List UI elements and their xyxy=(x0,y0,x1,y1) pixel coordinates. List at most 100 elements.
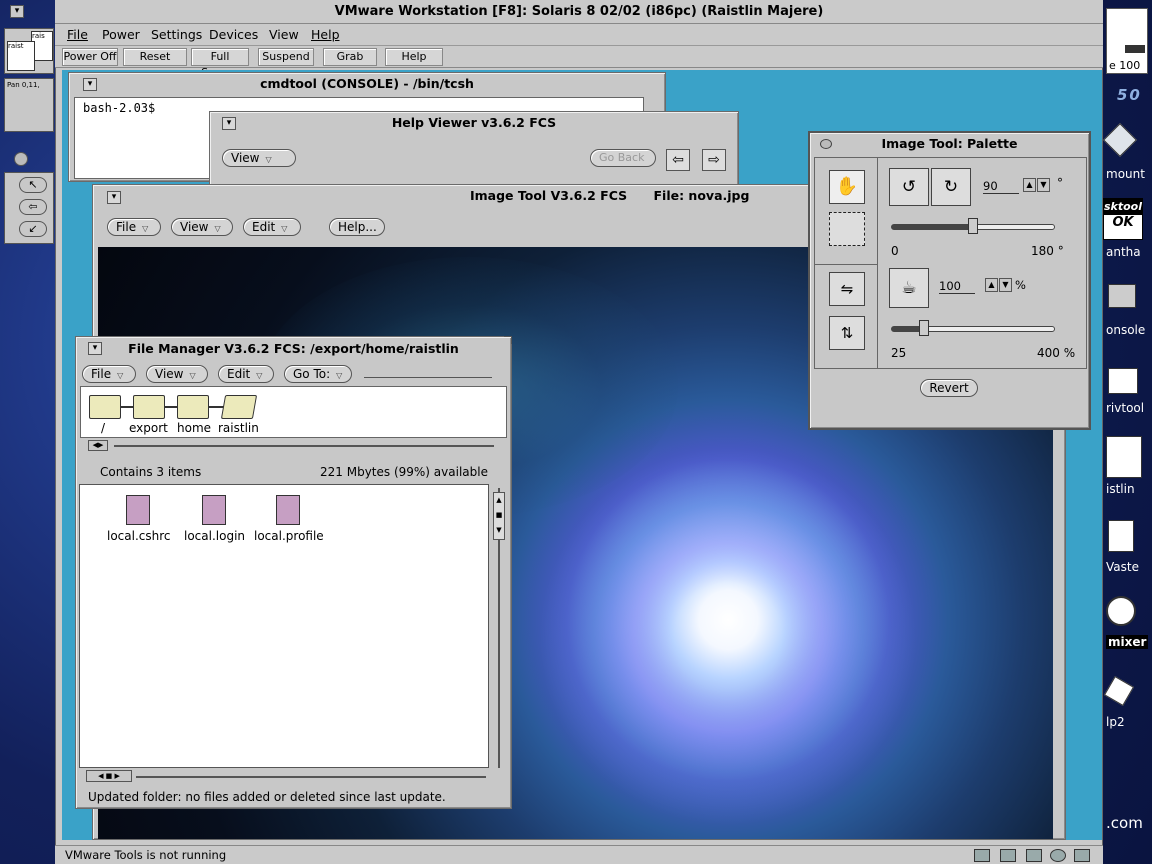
select-region-icon[interactable] xyxy=(829,212,865,246)
help-view-menu[interactable]: View ▽ xyxy=(222,149,296,167)
image-tool-window-menu[interactable]: ▾ xyxy=(107,191,121,204)
folder-icon[interactable] xyxy=(133,395,165,419)
printer-icon[interactable] xyxy=(1106,436,1142,478)
go-back-button[interactable]: Go Back xyxy=(590,149,656,167)
pager-cell[interactable]: raist xyxy=(7,41,35,71)
fm-view-menu[interactable]: View ▽ xyxy=(146,365,208,383)
image-view-menu[interactable]: View ▽ xyxy=(171,218,233,236)
rotate-stepper-down[interactable]: ▼ xyxy=(1037,178,1050,192)
tasktool-badge[interactable]: sktool OK xyxy=(1103,198,1143,240)
arrow-left-icon[interactable]: ⇦ xyxy=(19,199,47,215)
panel-label-console: onsole xyxy=(1106,323,1146,337)
arrow-up-left-icon[interactable]: ↖ xyxy=(19,177,47,193)
file-icon[interactable] xyxy=(276,495,300,525)
vmware-title: VMware Workstation [F8]: Solaris 8 02/02… xyxy=(55,0,1103,24)
file-icon[interactable] xyxy=(126,495,150,525)
image-help-button[interactable]: Help... xyxy=(329,218,385,236)
flip-vertical-icon[interactable]: ⇅ xyxy=(829,316,865,350)
pin-icon[interactable] xyxy=(14,152,28,166)
scroll-left-arrow[interactable]: ◀▶ xyxy=(88,440,108,451)
zoom-stepper-down[interactable]: ▼ xyxy=(999,278,1012,292)
file-pane[interactable]: local.cshrc local.login local.profile xyxy=(79,484,489,768)
help-button[interactable]: Help xyxy=(385,48,443,66)
file-manager-window: File Manager V3.6.2 FCS: /export/home/ra… xyxy=(75,336,512,809)
path-label-root[interactable]: / xyxy=(101,421,105,435)
menu-power[interactable]: Power xyxy=(102,27,140,42)
file-label[interactable]: local.cshrc xyxy=(107,529,171,543)
rotate-value-field[interactable]: 90 xyxy=(983,178,1019,194)
folder-icon[interactable] xyxy=(177,395,209,419)
menu-help[interactable]: Help xyxy=(311,27,340,42)
back-arrow-icon[interactable]: ⇦ xyxy=(666,149,690,171)
image-edit-menu[interactable]: Edit ▽ xyxy=(243,218,301,236)
folder-icon[interactable] xyxy=(89,395,121,419)
cmdtool-window-menu[interactable]: ▾ xyxy=(83,78,97,91)
zoom-max-label: 400 % xyxy=(1037,346,1076,360)
vmware-menubar: File Power Settings Devices View Help xyxy=(55,24,1103,46)
menu-devices[interactable]: Devices xyxy=(209,27,258,42)
zoom-value-field[interactable]: 100 xyxy=(939,278,975,294)
file-label[interactable]: local.profile xyxy=(254,529,324,543)
menu-view[interactable]: View xyxy=(269,27,299,42)
pan-hand-icon[interactable]: ✋ xyxy=(829,170,865,204)
image-tool-title: Image Tool V3.6.2 FCS xyxy=(470,188,628,203)
rotate-unit: ° xyxy=(1057,176,1063,190)
palette-divider xyxy=(877,158,878,368)
pan-widget[interactable]: Pan 0,11, xyxy=(4,78,54,132)
path-scrollbar[interactable]: ◀▶ xyxy=(80,440,507,452)
cd-mixer-icon[interactable] xyxy=(1106,596,1136,626)
zoom-teapot-icon[interactable]: ☕ xyxy=(889,268,929,308)
scroll-thumb[interactable]: ▲ ■ ▼ xyxy=(493,492,505,540)
menu-file[interactable]: File xyxy=(67,27,88,42)
image-edit-menu-label: Edit xyxy=(252,220,276,234)
rotate-slider-fill xyxy=(892,225,973,229)
fm-goto-menu[interactable]: Go To: ▽ xyxy=(284,365,352,383)
zoom-slider-thumb[interactable] xyxy=(918,320,929,336)
full-screen-button[interactable]: Full Screen xyxy=(191,48,249,79)
pin-icon[interactable] xyxy=(820,139,832,149)
load-meter: e 100 xyxy=(1106,8,1148,74)
file-label[interactable]: local.login xyxy=(184,529,245,543)
scroll-track xyxy=(114,445,494,447)
menu-settings[interactable]: Settings xyxy=(151,27,202,42)
console-icon[interactable] xyxy=(1108,284,1136,308)
pan-label: Pan 0,11, xyxy=(7,81,40,89)
reset-button[interactable]: Reset xyxy=(123,48,187,66)
zoom-slider-track[interactable] xyxy=(891,326,1055,332)
path-label-raistlin[interactable]: raistlin xyxy=(218,421,259,435)
panel-label-istlin: istlin xyxy=(1106,482,1135,496)
goto-path-field[interactable] xyxy=(364,377,492,378)
file-manager-window-menu[interactable]: ▾ xyxy=(88,342,102,355)
rotate-left-icon[interactable]: ↺ xyxy=(889,168,929,206)
resize-corner[interactable] xyxy=(504,336,512,344)
fm-edit-menu[interactable]: Edit ▽ xyxy=(218,365,274,383)
zoom-stepper-up[interactable]: ▲ xyxy=(985,278,998,292)
forward-arrow-icon[interactable]: ⇨ xyxy=(702,149,726,171)
trash-icon[interactable] xyxy=(1108,520,1134,552)
grab-button[interactable]: Grab xyxy=(323,48,377,66)
power-off-button[interactable]: Power Off xyxy=(62,48,118,66)
mail-icon[interactable] xyxy=(1108,368,1138,394)
arrow-down-left-icon[interactable]: ↙ xyxy=(19,221,47,237)
pager-widget[interactable]: rais raist xyxy=(4,28,54,74)
path-label-export[interactable]: export xyxy=(129,421,168,435)
rotate-slider-thumb[interactable] xyxy=(968,218,978,234)
image-file-menu[interactable]: File ▽ xyxy=(107,218,161,236)
rotate-stepper-up[interactable]: ▲ xyxy=(1023,178,1036,192)
flip-horizontal-icon[interactable]: ⇋ xyxy=(829,272,865,306)
file-icon[interactable] xyxy=(202,495,226,525)
cdrom-icon xyxy=(1050,849,1066,862)
file-manager-title: File Manager V3.6.2 FCS: /export/home/ra… xyxy=(128,341,459,356)
suspend-button[interactable]: Suspend xyxy=(258,48,314,66)
left-window-menu-button[interactable]: ▾ xyxy=(10,5,24,18)
open-folder-icon[interactable] xyxy=(220,395,258,419)
fm-file-menu[interactable]: File ▽ xyxy=(82,365,136,383)
help-viewer-window-menu[interactable]: ▾ xyxy=(222,117,236,130)
vertical-scrollbar[interactable]: ▲ ■ ▼ xyxy=(492,484,506,770)
fm-goto-label: Go To: xyxy=(293,367,331,381)
rotate-right-icon[interactable]: ↻ xyxy=(931,168,971,206)
hscroll-arrows[interactable]: ◀ ■ ▶ xyxy=(86,770,132,782)
horizontal-scrollbar[interactable]: ◀ ■ ▶ xyxy=(80,770,492,784)
revert-button[interactable]: Revert xyxy=(920,379,978,397)
path-label-home[interactable]: home xyxy=(177,421,211,435)
